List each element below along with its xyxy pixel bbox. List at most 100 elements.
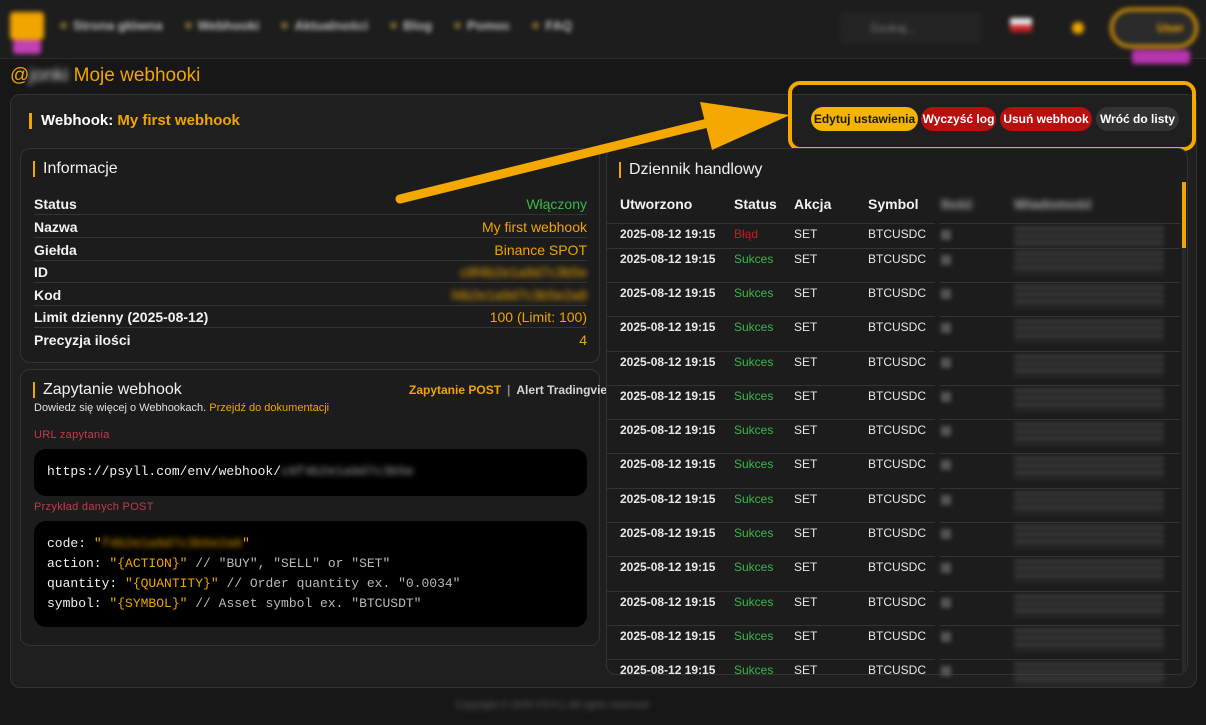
log-cell-symbol: BTCUSDC [868,252,927,266]
log-cell-quantity [941,255,951,265]
log-cell-action: SET [794,595,818,609]
log-cell-quantity [941,323,951,333]
info-key: Nazwa [34,218,78,235]
page-title: @jonki Moje webhooki [10,65,200,87]
log-cell-status: Sukces [734,320,774,334]
log-cell-date: 2025-08-12 19:15 [620,355,716,369]
log-cell-message [1014,492,1164,514]
log-cell-status: Sukces [734,595,774,609]
nav-bullet-icon [281,22,289,29]
log-row-divider [940,556,1180,557]
nav-item-label: Aktualności [294,18,369,33]
post-data-codebox[interactable]: code: "f4b2e1a9d7c3b5e2a8" action: "{ACT… [34,521,587,627]
log-row-divider [940,385,1180,386]
info-row: Limit dzienny (2025-08-12) 100 (Limit: 10… [34,306,587,328]
nav-item-3[interactable]: Blog [390,18,432,33]
log-cell-date: 2025-08-12 19:15 [620,389,716,403]
log-cell-symbol: BTCUSDC [868,355,927,369]
log-row-divider [940,453,1180,454]
nav-bullet-icon [532,22,540,29]
delete-webhook-button[interactable]: Usuń webhook [1000,107,1092,131]
notification-icon[interactable] [1072,22,1084,34]
info-value: f4b2e1a9d7c3b5e2a8 [451,286,587,303]
language-flag-icon[interactable] [1010,18,1032,32]
nav-bullet-icon [184,22,192,29]
log-cell-date: 2025-08-12 19:15 [620,663,716,677]
log-scrollbar[interactable] [1182,182,1186,672]
logo-icon[interactable] [10,12,44,40]
info-value: 100 (Limit: 100) [489,308,587,325]
nav-item-label: Pomoc [467,18,511,33]
nav-item-0[interactable]: Strona główna [60,18,163,33]
url-label: URL zapytania [34,429,110,441]
tab-post-request[interactable]: Zapytanie POST [409,383,501,397]
log-cell-symbol: BTCUSDC [868,663,927,677]
log-row-divider [940,659,1180,660]
info-key: ID [34,263,48,280]
nav-bullet-icon [390,22,398,29]
search-input[interactable]: Szukaj... [840,12,982,44]
request-tabs: Zapytanie POST | Alert Tradingview [409,383,616,397]
page-title-text: Moje webhooki [73,65,201,86]
log-cell-message [1014,423,1164,445]
nav-item-4[interactable]: Pomoc [454,18,510,33]
log-cell-symbol: BTCUSDC [868,423,927,437]
log-cell-quantity [941,598,951,608]
log-row-divider [607,591,935,592]
log-header-5: Wiadomość [1014,196,1093,212]
info-row: Kod f4b2e1a9d7c3b5e2a8 [34,284,587,306]
log-row-divider [940,591,1180,592]
log-row-divider [607,316,935,317]
back-to-list-button[interactable]: Wróć do listy [1096,107,1179,131]
nav-item-5[interactable]: FAQ [532,18,572,33]
log-cell-date: 2025-08-12 19:15 [620,492,716,506]
info-value: Binance SPOT [494,241,587,258]
log-row-divider [940,316,1180,317]
log-cell-symbol: BTCUSDC [868,560,927,574]
user-menu-button[interactable]: User [1110,8,1198,48]
log-cell-symbol: BTCUSDC [868,389,927,403]
trade-log-title: Dziennik handlowy [619,162,762,178]
log-row-divider [607,223,935,224]
documentation-link[interactable]: Przejdź do dokumentacji [209,402,329,414]
log-cell-date: 2025-08-12 19:15 [620,560,716,574]
log-cell-action: SET [794,389,818,403]
tab-tradingview-alert[interactable]: Alert Tradingview [516,383,616,397]
log-cell-date: 2025-08-12 19:15 [620,252,716,266]
info-panel-title: Informacje [33,161,118,177]
footer: Copyright © 2025 PSYLL All rights reserv… [455,700,649,711]
top-navigation: Strona główna Webhooki Aktualności Blog Pomo… [0,0,1206,64]
log-row-divider [607,453,935,454]
log-cell-status: Sukces [734,492,774,506]
log-cell-action: SET [794,560,818,574]
log-cell-quantity [941,230,951,240]
log-row-divider [940,419,1180,420]
log-cell-status: Sukces [734,457,774,471]
log-cell-action: SET [794,492,818,506]
log-row-divider [940,282,1180,283]
log-row-divider [607,248,935,249]
log-cell-date: 2025-08-12 19:15 [620,286,716,300]
log-scrollbar-thumb[interactable] [1182,182,1186,248]
url-codebox[interactable]: https://psyll.com/env/webhook/c8f4b2e1a9… [34,449,587,496]
nav-bullet-icon [60,22,67,29]
info-row: Nazwa My first webhook [34,216,587,238]
webhook-title: Webhook: My first webhook [29,113,240,129]
request-subtitle: Dowiedz się więcej o Webhookach. Przejdź… [34,402,330,414]
log-row-divider [607,282,935,283]
log-cell-message [1014,457,1164,479]
nav-item-1[interactable]: Webhooki [184,18,259,33]
log-cell-status: Sukces [734,526,774,540]
log-cell-date: 2025-08-12 19:15 [620,595,716,609]
log-cell-date: 2025-08-12 19:15 [620,526,716,540]
log-cell-action: SET [794,252,818,266]
clear-log-button[interactable]: Wyczyść log [921,107,996,131]
edit-settings-button[interactable]: Edytuj ustawienia [811,107,918,131]
log-row-divider [607,522,935,523]
log-cell-quantity [941,426,951,436]
nav-item-2[interactable]: Aktualności [281,18,368,33]
log-row-divider [940,248,1180,249]
log-cell-symbol: BTCUSDC [868,526,927,540]
log-cell-status: Sukces [734,355,774,369]
info-value: My first webhook [481,218,587,235]
